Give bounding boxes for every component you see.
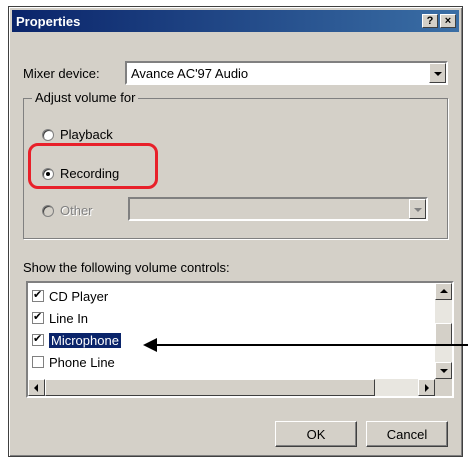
- horizontal-scroll-thumb[interactable]: [45, 379, 375, 396]
- checkbox-icon[interactable]: [32, 332, 44, 346]
- properties-dialog: Properties ? × Mixer device: Avance AC'9…: [8, 6, 463, 457]
- volume-controls-label: Show the following volume controls:: [23, 260, 230, 275]
- list-item[interactable]: Microphone: [32, 329, 122, 351]
- checkbox-icon[interactable]: [32, 288, 44, 302]
- radio-playback-label: Playback: [60, 127, 113, 142]
- mixer-device-value: Avance AC'97 Audio: [131, 66, 249, 81]
- radio-playback[interactable]: Playback: [42, 127, 113, 142]
- radio-other-label: Other: [60, 203, 93, 218]
- scroll-right-icon[interactable]: [418, 379, 435, 396]
- title-buttons: ? ×: [422, 14, 459, 28]
- list-item[interactable]: Line In: [32, 307, 121, 329]
- list-item-label-selected: Microphone: [48, 331, 122, 349]
- help-button[interactable]: ?: [422, 14, 438, 28]
- horizontal-scrollbar[interactable]: [28, 379, 435, 396]
- radio-icon[interactable]: [42, 128, 54, 141]
- chevron-down-icon[interactable]: [429, 63, 446, 83]
- scrollbar-corner: [435, 379, 452, 396]
- vertical-scroll-thumb[interactable]: [435, 323, 452, 345]
- radio-disabled-icon: [42, 204, 54, 217]
- list-item-label: CD Player: [49, 288, 109, 304]
- chevron-down-icon: [409, 199, 426, 219]
- recording-highlight-annotation: [28, 143, 158, 189]
- ok-button[interactable]: OK: [275, 421, 357, 447]
- mixer-device-select[interactable]: Avance AC'97 Audio: [125, 61, 448, 85]
- list-item-label: Phone Line: [49, 354, 115, 370]
- title-bar[interactable]: Properties ? ×: [12, 10, 459, 32]
- radio-other: Other: [42, 203, 93, 218]
- vertical-scrollbar[interactable]: [435, 283, 452, 379]
- list-item[interactable]: Phone Line: [32, 351, 121, 373]
- other-device-select: [128, 197, 428, 221]
- list-items: CD Player Line In Microphone Phone Line: [32, 285, 122, 373]
- close-button[interactable]: ×: [440, 14, 456, 28]
- list-item[interactable]: CD Player: [32, 285, 121, 307]
- scroll-down-icon[interactable]: [435, 362, 452, 379]
- scroll-up-icon[interactable]: [435, 283, 452, 300]
- mixer-device-label: Mixer device:: [23, 66, 100, 81]
- scroll-left-icon[interactable]: [28, 379, 45, 396]
- cancel-button[interactable]: Cancel: [366, 421, 448, 447]
- list-item-label: Line In: [49, 310, 89, 326]
- pointer-arrow-head-icon: [143, 338, 157, 352]
- pointer-arrow-line: [155, 344, 468, 346]
- checkbox-icon[interactable]: [32, 356, 44, 368]
- checkbox-icon[interactable]: [32, 310, 44, 324]
- adjust-volume-legend: Adjust volume for: [32, 90, 139, 105]
- window-title: Properties: [16, 13, 81, 29]
- volume-controls-list[interactable]: CD Player Line In Microphone Phone Line: [26, 281, 454, 398]
